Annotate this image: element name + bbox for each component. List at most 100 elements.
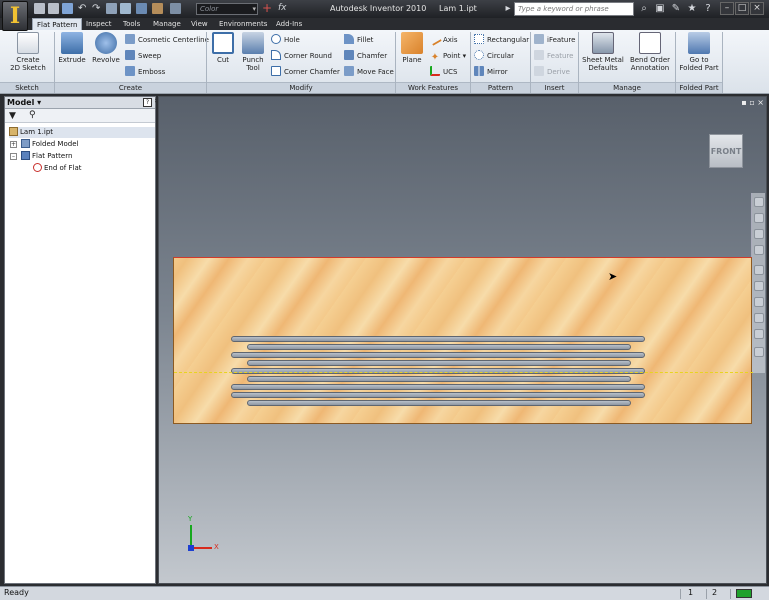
slot[interactable] xyxy=(231,352,645,358)
extrude-button[interactable]: Extrude xyxy=(57,32,87,64)
point-button[interactable]: ✦ Point ▾ xyxy=(430,50,466,63)
tab-manage[interactable]: Manage xyxy=(149,18,185,30)
go-to-folded-part-icon xyxy=(688,32,710,54)
color-select[interactable]: Color ▾ xyxy=(196,3,258,15)
expand-icon[interactable]: + xyxy=(10,141,17,148)
derive-button[interactable]: Derive xyxy=(534,66,570,78)
slot[interactable] xyxy=(231,336,645,342)
revolve-button[interactable]: Revolve xyxy=(90,32,122,64)
rectangular-pattern-button[interactable]: Rectangular xyxy=(474,34,529,46)
tab-tools[interactable]: Tools xyxy=(119,18,144,30)
undo-icon[interactable]: ↶ xyxy=(78,3,89,14)
feature-button[interactable]: Feature xyxy=(534,50,573,62)
redo-icon[interactable]: ↷ xyxy=(92,3,103,14)
viewcube[interactable]: FRONT xyxy=(709,134,743,168)
return-icon[interactable] xyxy=(120,3,131,14)
bend-order-annotation-button[interactable]: Bend Order Annotation xyxy=(628,32,672,72)
cut-button[interactable]: Cut xyxy=(210,32,236,64)
application-menu-button[interactable]: I xyxy=(2,1,28,31)
tab-flat-pattern[interactable]: Flat Pattern xyxy=(32,18,83,30)
favorites-icon[interactable]: ★ xyxy=(686,3,698,15)
memory-meter xyxy=(736,589,752,598)
tab-view[interactable]: View xyxy=(187,18,212,30)
create-2d-sketch-button[interactable]: Create 2D Sketch xyxy=(6,32,50,72)
filter-icon[interactable]: ▼ xyxy=(9,111,16,121)
tab-inspect[interactable]: Inspect xyxy=(82,18,116,30)
ifeature-button[interactable]: iFeature xyxy=(534,34,575,46)
tree-item-end-of-flat[interactable]: End of Flat xyxy=(33,163,82,174)
close-button[interactable]: × xyxy=(750,2,764,15)
hole-button[interactable]: Hole xyxy=(271,34,300,46)
sheet-metal-defaults-button[interactable]: Sheet Metal Defaults xyxy=(582,32,624,72)
tools-icon[interactable]: ✎ xyxy=(670,3,682,15)
measure-icon[interactable]: + xyxy=(262,2,273,14)
new-icon[interactable] xyxy=(34,3,45,14)
fillet-label: Fillet xyxy=(357,36,374,44)
tree-item-part[interactable]: Lam 1.ipt xyxy=(9,127,155,138)
orbit-icon[interactable] xyxy=(754,245,764,255)
go-to-folded-part-button[interactable]: Go to Folded Part xyxy=(678,32,720,72)
select-icon[interactable] xyxy=(136,3,147,14)
steering-wheel-icon[interactable] xyxy=(754,329,764,339)
status-count-1: 1 xyxy=(688,588,694,597)
constrained-orbit-icon[interactable] xyxy=(754,313,764,323)
slot[interactable] xyxy=(231,384,645,390)
slot[interactable] xyxy=(247,400,631,406)
ucs-button[interactable]: UCS xyxy=(430,66,457,78)
circular-pattern-button[interactable]: Circular xyxy=(474,50,514,62)
corner-chamfer-button[interactable]: Corner Chamfer xyxy=(271,66,340,78)
tab-add-ins[interactable]: Add-Ins xyxy=(272,18,306,30)
help-icon[interactable]: ? xyxy=(702,3,714,15)
collapse-icon[interactable]: – xyxy=(10,153,17,160)
tree-item-flat-pattern[interactable]: Flat Pattern xyxy=(21,151,72,162)
feature-label: Feature xyxy=(547,52,574,60)
communication-center-icon[interactable]: ▣ xyxy=(654,3,666,15)
cosmetic-centerline-button[interactable]: Cosmetic Centerline xyxy=(125,34,209,46)
slot[interactable] xyxy=(247,360,631,366)
chamfer-button[interactable]: Chamfer xyxy=(344,50,387,62)
pan-icon[interactable] xyxy=(754,197,764,207)
emboss-button[interactable]: Emboss xyxy=(125,66,165,78)
search-expand-icon[interactable]: ▸ xyxy=(502,3,514,15)
material-icon[interactable] xyxy=(152,3,163,14)
corner-round-button[interactable]: Corner Round xyxy=(271,50,332,62)
home-view-icon[interactable] xyxy=(106,3,117,14)
help-search-input[interactable]: Type a keyword or phrase xyxy=(514,2,634,16)
move-face-button[interactable]: Move Face xyxy=(344,66,394,78)
sweep-button[interactable]: Sweep xyxy=(125,50,161,62)
axis-button[interactable]: Axis xyxy=(428,32,458,46)
plane-button[interactable]: Plane xyxy=(399,32,425,64)
zoom-selected-icon[interactable] xyxy=(754,281,764,291)
look-at-icon[interactable] xyxy=(754,297,764,307)
panel-title-work-features: Work Features xyxy=(396,82,470,93)
flat-pattern-icon xyxy=(21,151,30,160)
viewport-restore-icon[interactable]: ▫ xyxy=(749,98,754,107)
search-icon[interactable]: ⌕ xyxy=(638,3,650,15)
zoom-window-icon[interactable] xyxy=(754,229,764,239)
mirror-button[interactable]: Mirror xyxy=(474,66,508,78)
flat-pattern-part[interactable] xyxy=(173,257,753,424)
fillet-button[interactable]: Fillet xyxy=(344,34,373,46)
save-icon[interactable] xyxy=(62,3,73,14)
viewport-minimize-icon[interactable]: ▪ xyxy=(741,98,746,107)
graphics-window[interactable]: ▪ ▫ × FRONT ➤ Y X xyxy=(158,96,767,584)
maximize-button[interactable]: □ xyxy=(735,2,749,15)
zoom-all-icon[interactable] xyxy=(754,265,764,275)
tree-item-folded-model[interactable]: Folded Model xyxy=(21,139,78,150)
punch-tool-button[interactable]: Punch Tool xyxy=(239,32,267,72)
open-icon[interactable] xyxy=(48,3,59,14)
slot[interactable] xyxy=(247,376,631,382)
browser-dropdown[interactable]: Model ▾ xyxy=(7,97,41,109)
find-icon[interactable]: ⚲ xyxy=(29,110,36,120)
zoom-icon[interactable] xyxy=(754,213,764,223)
slot[interactable] xyxy=(231,368,645,374)
slot[interactable] xyxy=(247,344,631,350)
nav-menu-icon[interactable] xyxy=(754,347,764,357)
minimize-button[interactable]: – xyxy=(720,2,734,15)
appearance-icon[interactable] xyxy=(170,3,181,14)
fx-parameters-icon[interactable]: fx xyxy=(278,3,289,14)
tab-environments[interactable]: Environments xyxy=(215,18,271,30)
viewport-close-icon[interactable]: × xyxy=(757,98,764,107)
browser-help-icon[interactable]: ? xyxy=(143,98,152,107)
slot[interactable] xyxy=(231,392,645,398)
